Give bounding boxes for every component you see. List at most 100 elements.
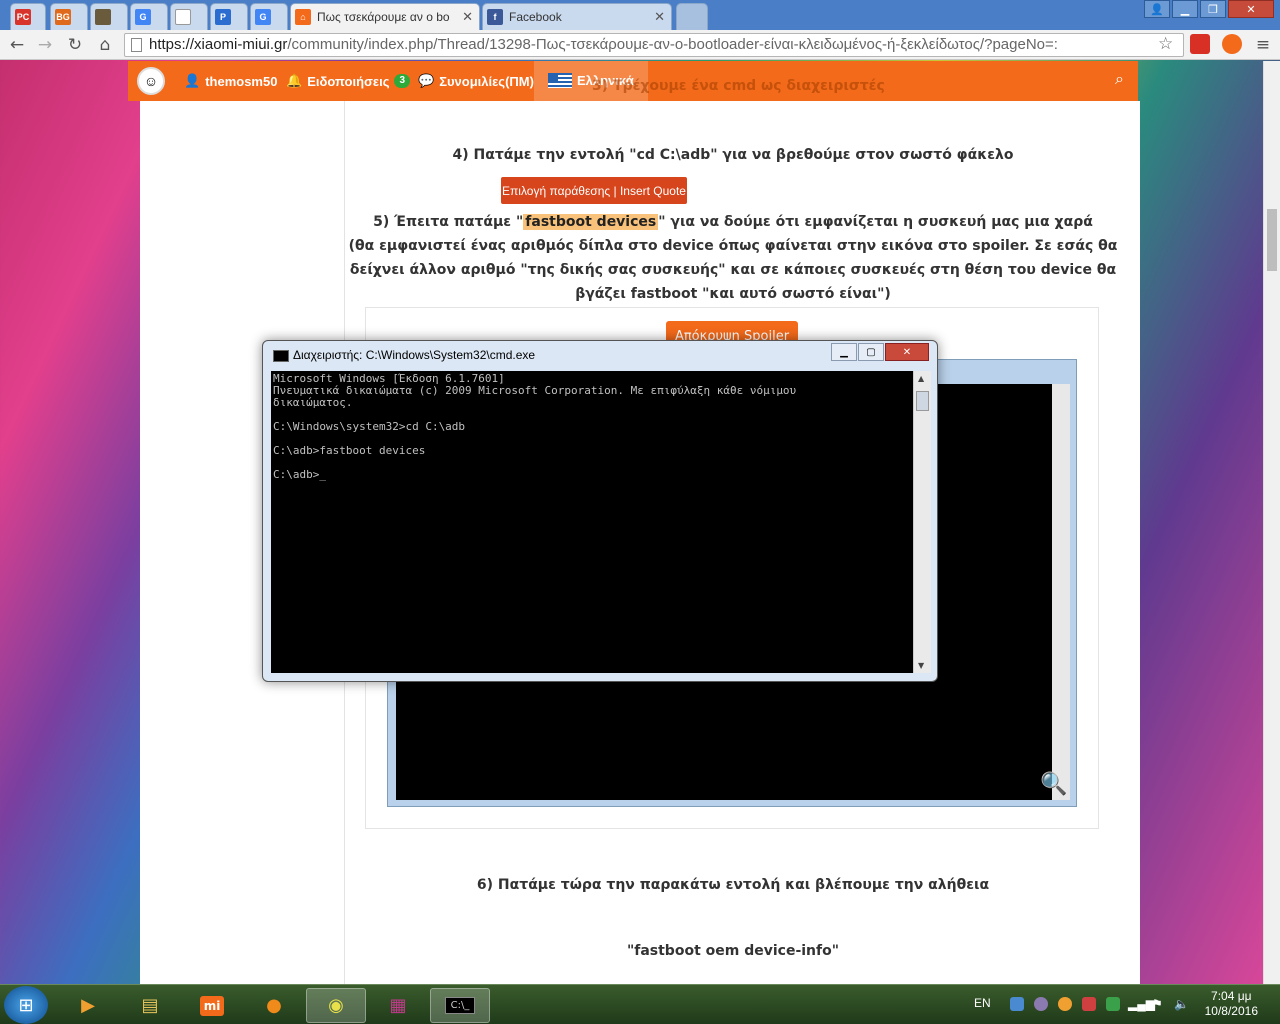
close-tab-icon[interactable]: ✕ bbox=[462, 9, 473, 25]
step-5-line-1: 5) Έπειτα πατάμε " fastboot devices " για … bbox=[345, 210, 1121, 234]
tab-facebook[interactable]: f Facebook ✕ bbox=[482, 3, 672, 30]
console-line: C:\Windows\system32>cd C:\adb bbox=[273, 420, 466, 433]
console-prompt: C:\adb>_ bbox=[273, 468, 326, 481]
window-controls: 👤 ▁ ❐ ✕ bbox=[1144, 0, 1274, 18]
maximize-button[interactable]: ❐ bbox=[1200, 0, 1226, 18]
cmd-scroll-thumb[interactable] bbox=[916, 391, 929, 411]
tab-label: Πως τσεκάρουμε αν ο bo bbox=[317, 10, 450, 24]
clock[interactable]: 7:04 μμ 10/8/2016 bbox=[1205, 989, 1258, 1019]
extension-red-icon[interactable] bbox=[1190, 34, 1210, 54]
speaker-icon[interactable]: 🔈 bbox=[1174, 997, 1189, 1011]
highlighted-command: fastboot devices bbox=[523, 214, 659, 230]
pc-favicon-icon: PC bbox=[15, 9, 31, 25]
notifications-menu[interactable]: 🔔 Ειδοποιήσεις 3 bbox=[286, 73, 411, 89]
chrome-icon[interactable]: ◉ bbox=[306, 988, 366, 1023]
scroll-up-icon[interactable]: ▲ bbox=[918, 374, 924, 383]
page-favicon-icon bbox=[175, 9, 191, 25]
tab-bg[interactable]: BG bbox=[50, 3, 88, 30]
cmd-taskbar-icon[interactable]: C:\_ bbox=[430, 988, 490, 1023]
tab-google-1[interactable]: G bbox=[130, 3, 168, 30]
google-favicon-icon: G bbox=[255, 9, 271, 25]
zoom-magnifier-icon[interactable]: 🔍 bbox=[1040, 772, 1067, 797]
mi-icon[interactable]: mi bbox=[182, 988, 242, 1023]
notifications-label: Ειδοποιήσεις bbox=[307, 73, 390, 89]
browser-tabstrip: PC BG G P G ⌂ Πως τσεκάρουμε αν ο bo ✕ f… bbox=[0, 0, 1280, 30]
file-explorer-icon[interactable]: ▤ bbox=[120, 988, 180, 1023]
network-tray-icon[interactable] bbox=[1010, 997, 1024, 1011]
firefox-icon[interactable]: ● bbox=[244, 988, 304, 1023]
user-icon: 👤 bbox=[184, 73, 201, 88]
tab-google-2[interactable]: G bbox=[250, 3, 288, 30]
tab-label: Facebook bbox=[509, 10, 562, 24]
volume-warning-icon[interactable] bbox=[1082, 997, 1096, 1011]
taskbar: ⊞ ▶ ▤ mi ● ◉ ▦ C:\_ EN ▂▄▆ ⚑ 🔈 7:04 μμ 1… bbox=[0, 984, 1280, 1024]
tab-p[interactable]: P bbox=[210, 3, 248, 30]
bell-icon: 🔔 bbox=[286, 73, 303, 88]
extension-orange-icon[interactable] bbox=[1222, 34, 1242, 54]
shop-favicon-icon bbox=[95, 9, 111, 25]
url-host: https://xiaomi-miui.gr bbox=[149, 36, 288, 53]
conversations-menu[interactable]: 💬 Συνομιλίες(ΠΜ) bbox=[418, 73, 534, 89]
command-text: "fastboot oem device-info" bbox=[626, 943, 840, 959]
signal-icon[interactable]: ▂▄▆ bbox=[1128, 997, 1155, 1011]
console-line: C:\adb>fastboot devices bbox=[273, 444, 426, 457]
search-icon[interactable]: ⌕ bbox=[1115, 71, 1124, 89]
tray-check-icon[interactable] bbox=[1106, 997, 1120, 1011]
user-menu[interactable]: 👤 themosm50 bbox=[184, 73, 277, 89]
p-favicon-icon: P bbox=[215, 9, 231, 25]
site-logo-icon[interactable]: ☺ bbox=[137, 67, 165, 95]
username: themosm50 bbox=[205, 73, 278, 89]
spoiler-scrollbar bbox=[1052, 384, 1070, 800]
close-window-button[interactable]: ✕ bbox=[1228, 0, 1274, 18]
greek-flag-icon bbox=[548, 73, 572, 88]
step-5-line-2: (θα εμφανιστεί ένας αριθμός δίπλα στο de… bbox=[348, 238, 1118, 254]
tab-blank[interactable] bbox=[170, 3, 208, 30]
language-indicator[interactable]: EN bbox=[974, 996, 991, 1010]
cmd-scrollbar[interactable]: ▲ ▼ bbox=[913, 371, 931, 673]
winrar-icon[interactable]: ▦ bbox=[368, 988, 428, 1023]
media-player-icon[interactable]: ▶ bbox=[58, 988, 118, 1023]
step-5-line-3: δείχνει άλλον αριθμό "της δικής σας συσκ… bbox=[349, 262, 1117, 278]
console-line: Πνευματικά δικαιώματα (c) 2009 Microsoft… bbox=[273, 384, 797, 397]
cmd-maximize-button[interactable]: ▢ bbox=[858, 343, 884, 361]
step-5-suffix: " για να δούμε ότι εμφανίζεται η συσκευή… bbox=[658, 214, 1093, 230]
browser-toolbar: ← → ↻ ⌂ https://xiaomi-miui.gr/community… bbox=[0, 30, 1280, 60]
page-info-icon[interactable] bbox=[131, 38, 142, 52]
back-arrow-icon[interactable]: ← bbox=[6, 34, 28, 56]
insert-quote-tooltip[interactable]: Επιλογή παράθεσης | Insert Quote bbox=[501, 177, 687, 204]
scroll-down-icon[interactable]: ▼ bbox=[918, 661, 924, 670]
forward-arrow-icon[interactable]: → bbox=[34, 34, 56, 56]
cmd-window-controls: ▁ ▢ ✕ bbox=[831, 343, 929, 361]
ghost-step-3-text: 3) Τρέχουμε ένα cmd ως διαχειριστές bbox=[592, 78, 885, 94]
step-5-prefix: 5) Έπειτα πατάμε " bbox=[373, 214, 524, 230]
start-button[interactable]: ⊞ bbox=[4, 986, 48, 1024]
clock-date: 10/8/2016 bbox=[1204, 1004, 1258, 1018]
cmd-console[interactable]: Microsoft Windows [Έκδοση 6.1.7601] Πνευμ… bbox=[271, 371, 913, 673]
cmd-icon bbox=[273, 350, 289, 362]
profile-icon[interactable]: 👤 bbox=[1144, 0, 1170, 18]
chat-icon: 💬 bbox=[418, 73, 435, 88]
address-bar[interactable]: https://xiaomi-miui.gr/community/index.p… bbox=[124, 33, 1184, 57]
tab-pc[interactable]: PC bbox=[10, 3, 46, 30]
new-tab-button[interactable] bbox=[676, 3, 708, 30]
cmd-window[interactable]: Διαχειριστής: C:\Windows\System32\cmd.ex… bbox=[262, 340, 938, 682]
tab-active-thread[interactable]: ⌂ Πως τσεκάρουμε αν ο bo ✕ bbox=[290, 3, 480, 30]
chrome-menu-icon[interactable]: ≡ bbox=[1252, 34, 1274, 56]
cmd-close-button[interactable]: ✕ bbox=[885, 343, 929, 361]
xiaomi-favicon-icon: ⌂ bbox=[295, 9, 311, 25]
page-scrollbar[interactable] bbox=[1263, 61, 1280, 984]
minimize-button[interactable]: ▁ bbox=[1172, 0, 1198, 18]
cmd-minimize-button[interactable]: ▁ bbox=[831, 343, 857, 361]
tray-app-icon[interactable] bbox=[1034, 997, 1048, 1011]
page-scroll-thumb[interactable] bbox=[1267, 209, 1277, 271]
close-tab-icon[interactable]: ✕ bbox=[654, 9, 665, 25]
home-icon[interactable]: ⌂ bbox=[94, 34, 116, 56]
tray-app-icon[interactable] bbox=[1058, 997, 1072, 1011]
tab-shop[interactable] bbox=[90, 3, 128, 30]
bookmark-star-icon[interactable]: ☆ bbox=[1158, 34, 1173, 54]
flag-tray-icon[interactable]: ⚑ bbox=[1152, 997, 1166, 1011]
step-6-text: 6) Πατάμε τώρα την παρακάτω εντολή και β… bbox=[476, 877, 990, 893]
reload-icon[interactable]: ↻ bbox=[64, 34, 86, 56]
conversations-label: Συνομιλίες(ΠΜ) bbox=[439, 73, 534, 89]
cmd-window-title: Διαχειριστής: C:\Windows\System32\cmd.ex… bbox=[293, 348, 536, 362]
